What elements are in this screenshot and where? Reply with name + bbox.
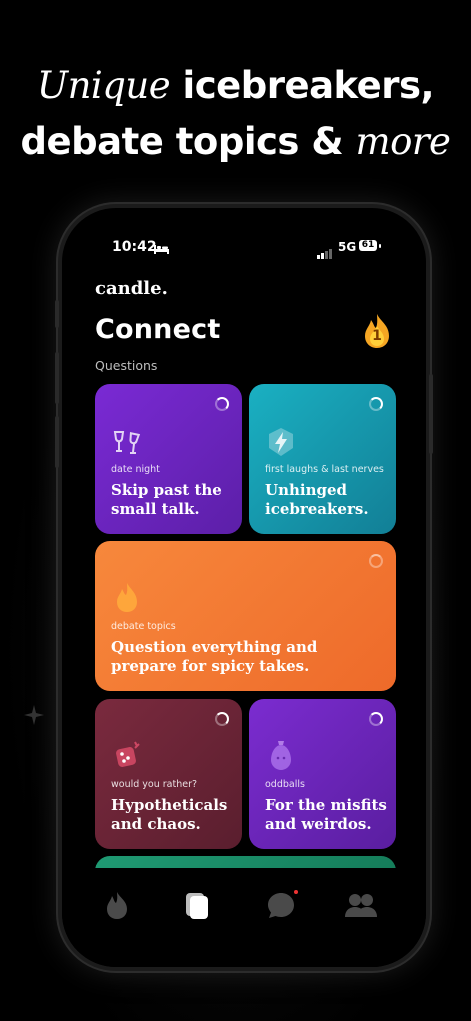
card-headline: Hypotheticals and chaos. (111, 796, 228, 833)
card-debate-topics[interactable]: debate topics Question everything and pr… (95, 541, 396, 691)
card-headline: Question everything and prepare for spic… (111, 638, 318, 675)
card-would-you-rather[interactable]: would you rather? Hypotheticals and chao… (95, 699, 242, 849)
progress-ring-icon (369, 712, 383, 726)
notification-dot (294, 890, 298, 894)
section-label: Questions (95, 358, 158, 373)
phone-screen: 10:42 5G 61 candle. Connect 1 Questions … (62, 208, 426, 967)
card-category: first laughs & last nerves (265, 464, 384, 475)
signal-icon (317, 243, 333, 259)
progress-ring-icon (215, 712, 229, 726)
card-category: debate topics (111, 621, 176, 632)
dice-icon (111, 739, 143, 771)
phone-volume-down (55, 416, 59, 468)
page-title: Connect (95, 314, 221, 345)
card-headline: Skip past the small talk. (111, 481, 222, 518)
card-first-laughs[interactable]: first laughs & last nerves Unhinged iceb… (249, 384, 396, 534)
battery-tip (379, 244, 381, 248)
brand-logo: candle. (95, 278, 168, 299)
chat-bubble-icon (268, 893, 294, 918)
phone-power-button (429, 374, 433, 454)
wine-glasses-icon (111, 426, 143, 458)
progress-ring-icon (215, 397, 229, 411)
streak-count: 1 (372, 328, 382, 344)
headline-line-1: Unique icebreakers, (36, 64, 435, 107)
sparkle-icon (22, 703, 46, 727)
streak-flame-badge[interactable]: 1 (360, 312, 394, 350)
status-time: 10:42 (112, 239, 157, 255)
tab-flame[interactable] (102, 890, 132, 920)
eggplant-icon (265, 739, 297, 771)
card-date-night[interactable]: date night Skip past the small talk. (95, 384, 242, 534)
tab-chat[interactable] (266, 890, 298, 920)
card-oddballs[interactable]: oddballs For the misfits and weirdos. (249, 699, 396, 849)
card-category: would you rather? (111, 779, 198, 790)
bed-icon (154, 242, 169, 254)
progress-ring-icon (369, 554, 383, 568)
tab-cards[interactable] (183, 890, 213, 920)
card-category: oddballs (265, 779, 305, 790)
tab-people[interactable] (344, 890, 377, 920)
card-category: date night (111, 464, 160, 475)
cards-icon (186, 893, 208, 919)
promo-headline: Unique icebreakers, debate topics & more (0, 58, 471, 170)
status-bar: 10:42 5G 61 (62, 238, 426, 259)
network-label: 5G (338, 240, 357, 254)
people-icon (345, 894, 377, 917)
card-headline: For the misfits and weirdos. (265, 796, 387, 833)
battery-icon: 61 (359, 240, 377, 251)
lightning-icon (265, 426, 297, 458)
progress-ring-icon (369, 397, 383, 411)
flame-icon (111, 581, 143, 613)
flame-icon (107, 892, 127, 919)
card-headline: Unhinged icebreakers. (265, 481, 369, 518)
phone-volume-up (55, 352, 59, 404)
headline-line-2: debate topics & more (20, 120, 451, 163)
tab-bar (62, 868, 426, 967)
phone-mute-switch (55, 300, 59, 328)
